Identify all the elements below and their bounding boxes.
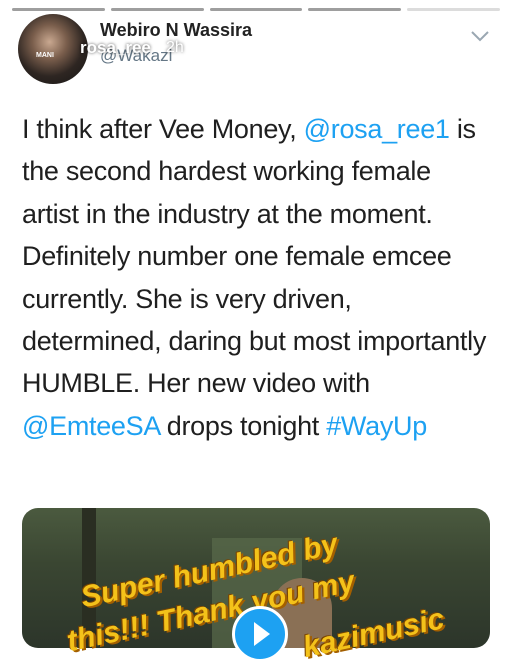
mention-link[interactable]: @rosa_ree1 [304,114,450,144]
story-segment [308,8,402,11]
tweet-text-part: is the second hardest working female art… [22,114,487,399]
tweet-text-part: drops tonight [159,410,327,441]
hashtag-link[interactable]: #WayUp [326,411,427,441]
story-timestamp: 2h [166,39,184,56]
tweet-text: I think after Vee Money, @rosa_ree1 is t… [22,108,492,447]
story-segment [110,8,204,11]
play-icon[interactable] [232,606,288,662]
story-segment [12,8,105,11]
tweet-header: MANI Webiro N Wassira @Wakazi rosa_ree 2… [16,14,496,84]
mention-link[interactable]: @EmteeSA [22,411,160,441]
chevron-down-icon[interactable] [468,26,492,46]
avatar[interactable]: MANI [18,14,88,84]
tweet-text-part: I think after Vee Money, [22,114,304,144]
story-username[interactable]: rosa_ree [80,38,151,58]
story-segment [407,8,500,11]
avatar-brand-text: MANI [36,52,54,59]
story-segment [209,8,303,11]
story-progress-bar [12,8,500,11]
